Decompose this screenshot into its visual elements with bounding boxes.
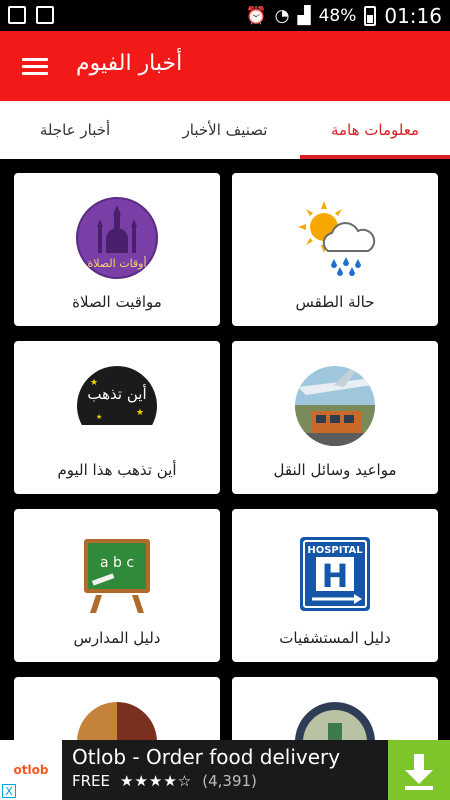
card-schools[interactable]: a b c دليل المدارس [14,509,220,662]
svg-text:HOSPITAL: HOSPITAL [307,545,363,556]
svg-text:★: ★ [90,378,98,388]
weather-icon [298,201,376,276]
svg-text:★: ★ [136,408,144,418]
ad-rating-stars: ★★★★☆ [120,772,193,790]
clock: 01:16 [384,4,442,28]
card-label: دليل المدارس [73,629,161,647]
svg-text:★: ★ [96,413,102,421]
partial-icon-2 [295,702,375,740]
tab-important-info[interactable]: معلومات هامة [300,101,450,159]
download-icon [405,754,433,790]
battery-icon [364,6,377,26]
card-weather[interactable]: حالة الطقس [232,173,438,326]
svg-text:H: H [322,557,349,595]
ad-title[interactable]: Otlob - Order food delivery [72,745,340,769]
card-where-to-go[interactable]: أين تذهب ★ ★ ★ أين تذهب هذا اليوم [14,341,220,494]
alarm-icon: ⏰ [245,6,267,26]
ad-download-button[interactable] [388,740,450,800]
tab-breaking-news[interactable]: أخبار عاجلة [0,101,150,159]
tab-news-categories[interactable]: تصنيف الأخبار [150,101,300,159]
app-bar: أخبار الفيوم [0,31,450,101]
card-hospitals[interactable]: HOSPITAL H دليل المستشفيات [232,509,438,662]
card-label: حالة الطقس [295,293,375,311]
ad-rating-count: (4,391) [202,772,257,790]
battery-percent: 48% [318,6,357,26]
where-to-go-icon: أين تذهب ★ ★ ★ [77,366,157,446]
status-bar: ⏰ ◔ ▟ 48% 01:16 [0,0,450,31]
ad-subtitle: FREE ★★★★☆ (4,391) [72,772,257,790]
card-prayer-times[interactable]: أوقات الصلاة مواقيت الصلاة [14,173,220,326]
transport-icon [295,366,375,446]
card-partial-left[interactable] [14,677,220,740]
app-title: أخبار الفيوم [76,51,183,76]
signal-icon: ▟ [297,6,311,26]
card-label: مواقيت الصلاة [72,293,162,311]
svg-text:a b c: a b c [100,555,134,571]
card-label: دليل المستشفيات [279,629,391,647]
card-partial-right[interactable] [232,677,438,740]
card-label: أين تذهب هذا اليوم [57,461,177,479]
partial-icon-1 [77,702,157,740]
info-grid: حالة الطقس أوقات الصلاة مواقيت الصلاة مو… [0,159,450,740]
image-icon [36,6,54,24]
card-transport[interactable]: مواعيد وسائل النقل [232,341,438,494]
card-label: مواعيد وسائل النقل [273,461,397,479]
svg-text:أوقات الصلاة: أوقات الصلاة [87,256,146,270]
notification-icon [8,6,26,24]
tab-bar: أخبار عاجلة تصنيف الأخبار معلومات هامة [0,101,450,159]
ad-close-icon[interactable]: X [2,784,16,798]
hospital-icon: HOSPITAL H [300,537,370,611]
school-icon: a b c [84,539,150,613]
ad-price: FREE [72,772,111,790]
prayer-times-icon: أوقات الصلاة [76,197,158,279]
ad-banner[interactable]: otlob X Otlob - Order food delivery FREE… [0,740,450,800]
wifi-icon: ◔ [274,6,290,26]
menu-icon[interactable] [22,55,48,77]
